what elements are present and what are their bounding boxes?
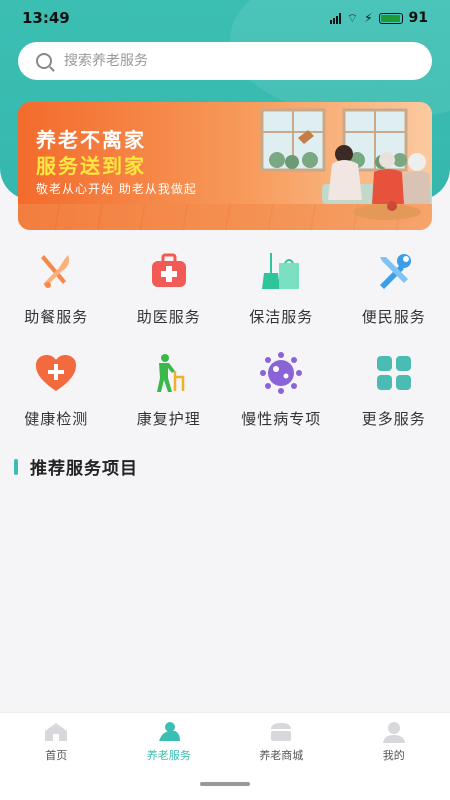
tab-label: 首页 <box>45 749 68 762</box>
service-rehab[interactable]: 康复护理 <box>113 344 226 432</box>
user-icon <box>381 721 407 743</box>
tab-profile[interactable]: 我的 <box>338 713 450 800</box>
home-icon <box>43 721 69 743</box>
service-label: 便民服务 <box>361 308 426 326</box>
service-grid: 助餐服务 助医服务 保洁服务 便民服务 健康检测 康复护理 慢性病专项 更多服务 <box>0 242 450 432</box>
search-icon <box>36 53 52 69</box>
bottom-tab-bar: 首页 养老服务 养老商城 我的 <box>0 712 450 800</box>
tab-label: 养老商城 <box>259 749 304 762</box>
service-cleaning[interactable]: 保洁服务 <box>225 242 338 330</box>
status-time: 13:49 <box>22 9 70 27</box>
service-health-check[interactable]: 健康检测 <box>0 344 113 432</box>
status-bar: 13:49 ⌔ ⚡ 91 <box>0 0 450 36</box>
wrench-screwdriver-icon <box>371 248 417 294</box>
section-accent-bar <box>14 458 18 475</box>
shop-icon <box>268 721 294 743</box>
tab-shop[interactable]: 养老商城 <box>225 713 338 800</box>
medical-kit-icon <box>146 248 192 294</box>
section-header: 推荐服务项目 <box>14 454 138 479</box>
battery-icon <box>378 12 403 24</box>
status-icons: ⌔ ⚡ 91 <box>329 10 428 26</box>
service-chronic[interactable]: 慢性病专项 <box>225 344 338 432</box>
fork-knife-icon <box>33 248 79 294</box>
virus-icon <box>258 350 304 396</box>
service-label: 慢性病专项 <box>241 410 322 428</box>
service-label: 康复护理 <box>136 410 201 428</box>
service-label: 助餐服务 <box>24 308 89 326</box>
service-more[interactable]: 更多服务 <box>338 344 450 432</box>
battery-level: 91 <box>408 10 428 26</box>
home-indicator[interactable] <box>200 782 250 786</box>
elderly-walker-icon <box>146 350 192 396</box>
search-input[interactable] <box>64 53 364 69</box>
section-title: 推荐服务项目 <box>30 459 138 479</box>
service-label: 助医服务 <box>136 308 201 326</box>
service-label: 保洁服务 <box>249 308 314 326</box>
tab-label: 养老服务 <box>146 749 191 762</box>
banner-subtitle: 服务送到家 <box>36 154 146 178</box>
tab-elder-service[interactable]: 养老服务 <box>113 713 226 800</box>
signal-icon <box>329 12 341 24</box>
service-medical[interactable]: 助医服务 <box>113 242 226 330</box>
tab-home[interactable]: 首页 <box>0 713 113 800</box>
banner-illustration <box>260 108 432 220</box>
banner-title: 养老不离家 <box>36 128 146 152</box>
wifi-icon: ⌔ <box>346 10 359 25</box>
search-bar[interactable] <box>18 42 432 80</box>
banner-slogan: 敬老从心开始 助老从我做起 <box>36 182 197 196</box>
charging-icon: ⚡ <box>364 11 373 25</box>
service-label: 健康检测 <box>24 410 89 428</box>
heart-plus-icon <box>33 350 79 396</box>
elder-service-icon <box>156 721 182 743</box>
broom-bag-icon <box>258 248 304 294</box>
promo-banner[interactable]: 养老不离家 服务送到家 敬老从心开始 助老从我做起 <box>18 102 432 230</box>
service-convenience[interactable]: 便民服务 <box>338 242 450 330</box>
service-meal[interactable]: 助餐服务 <box>0 242 113 330</box>
service-label: 更多服务 <box>361 410 426 428</box>
tab-label: 我的 <box>382 749 405 762</box>
grid-icon <box>371 350 417 396</box>
